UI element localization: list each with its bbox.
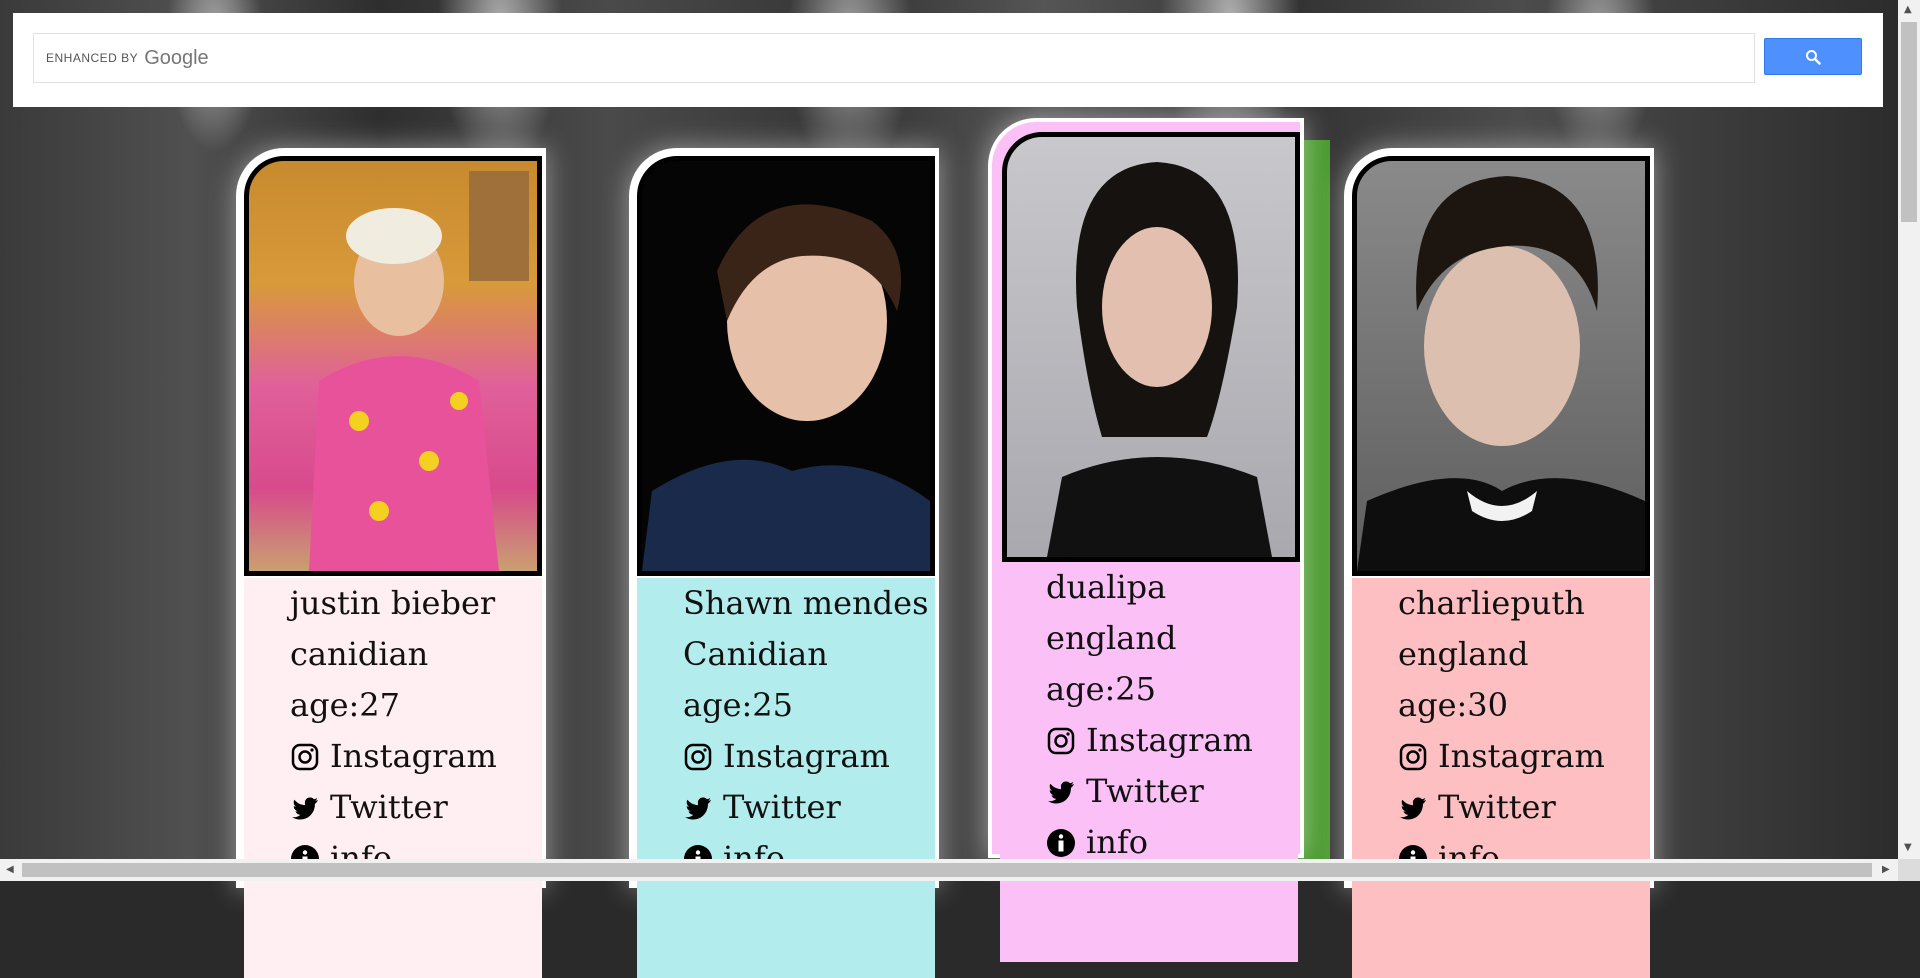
person-silhouette — [642, 204, 930, 571]
profile-card: Shawn mendes Canidian age:25 Instagram T… — [629, 148, 939, 978]
scroll-left-icon[interactable]: ◀ — [6, 864, 14, 875]
instagram-icon — [1399, 743, 1427, 770]
person-silhouette — [1047, 162, 1272, 557]
instagram-link[interactable]: Instagram — [1398, 731, 1650, 782]
scrollbar-corner — [1898, 859, 1920, 881]
profile-info: charlieputh england age:30 Instagram Twi… — [1352, 578, 1650, 978]
search-input[interactable]: ENHANCED BY Google — [33, 33, 1755, 83]
twitter-icon — [1400, 796, 1426, 819]
scroll-right-icon[interactable]: ▶ — [1882, 864, 1890, 875]
twitter-icon — [292, 796, 318, 819]
instagram-link[interactable]: Instagram — [1046, 715, 1298, 766]
person-silhouette — [1357, 176, 1645, 571]
enhanced-by-label: ENHANCED BY — [46, 51, 139, 65]
twitter-icon — [1048, 780, 1074, 803]
profile-country: england — [1046, 619, 1177, 657]
instagram-icon — [291, 743, 319, 770]
horizontal-scroll-thumb[interactable] — [22, 863, 1872, 877]
twitter-link[interactable]: Twitter — [1398, 782, 1650, 833]
search-bar: ENHANCED BY Google — [13, 13, 1883, 107]
instagram-label: Instagram — [1438, 737, 1605, 775]
profile-info: dualipa england age:25 Instagram Twitter… — [1000, 562, 1298, 962]
profile-name: dualipa — [1046, 568, 1167, 606]
twitter-link[interactable]: Twitter — [1046, 766, 1298, 817]
profile-name: charlieputh — [1398, 584, 1585, 622]
profile-card: justin bieber canidian age:27 Instagram … — [236, 148, 546, 978]
vertical-scrollbar[interactable]: ▲ ▼ — [1898, 0, 1920, 859]
instagram-icon — [684, 743, 712, 770]
twitter-icon — [685, 796, 711, 819]
twitter-link[interactable]: Twitter — [683, 782, 935, 833]
person-silhouette — [309, 171, 529, 571]
profile-photo — [244, 156, 542, 576]
scroll-up-icon[interactable]: ▲ — [1904, 4, 1912, 15]
vertical-scroll-thumb[interactable] — [1901, 22, 1917, 222]
info-icon — [1047, 828, 1075, 857]
profile-name: justin bieber — [290, 584, 496, 622]
profile-age: age:30 — [1398, 686, 1508, 724]
horizontal-scrollbar[interactable]: ◀ ▶ — [0, 859, 1898, 881]
twitter-label: Twitter — [1086, 772, 1204, 810]
profile-card: charlieputh england age:30 Instagram Twi… — [1344, 148, 1654, 978]
profile-info: justin bieber canidian age:27 Instagram … — [244, 578, 542, 978]
instagram-label: Instagram — [723, 737, 890, 775]
profile-card: dualipa england age:25 Instagram Twitter… — [988, 118, 1304, 962]
profile-age: age:25 — [683, 686, 793, 724]
twitter-link[interactable]: Twitter — [290, 782, 542, 833]
profile-country: england — [1398, 635, 1529, 673]
twitter-label: Twitter — [1438, 788, 1556, 826]
instagram-link[interactable]: Instagram — [290, 731, 542, 782]
instagram-link[interactable]: Instagram — [683, 731, 935, 782]
twitter-label: Twitter — [330, 788, 448, 826]
profile-age: age:25 — [1046, 670, 1156, 708]
profile-name: Shawn mendes — [683, 584, 929, 622]
profile-photo — [637, 156, 935, 576]
instagram-icon — [1047, 727, 1075, 754]
twitter-label: Twitter — [723, 788, 841, 826]
profile-country: Canidian — [683, 635, 828, 673]
search-icon — [1806, 49, 1821, 65]
google-logo: Google — [144, 46, 209, 69]
instagram-label: Instagram — [330, 737, 497, 775]
profile-age: age:27 — [290, 686, 400, 724]
instagram-label: Instagram — [1086, 721, 1253, 759]
profile-photo — [1002, 132, 1300, 562]
scroll-down-icon[interactable]: ▼ — [1904, 842, 1912, 853]
profile-photo — [1352, 156, 1650, 576]
profile-info: Shawn mendes Canidian age:25 Instagram T… — [637, 578, 935, 978]
profile-country: canidian — [290, 635, 429, 673]
search-button[interactable] — [1764, 38, 1862, 75]
